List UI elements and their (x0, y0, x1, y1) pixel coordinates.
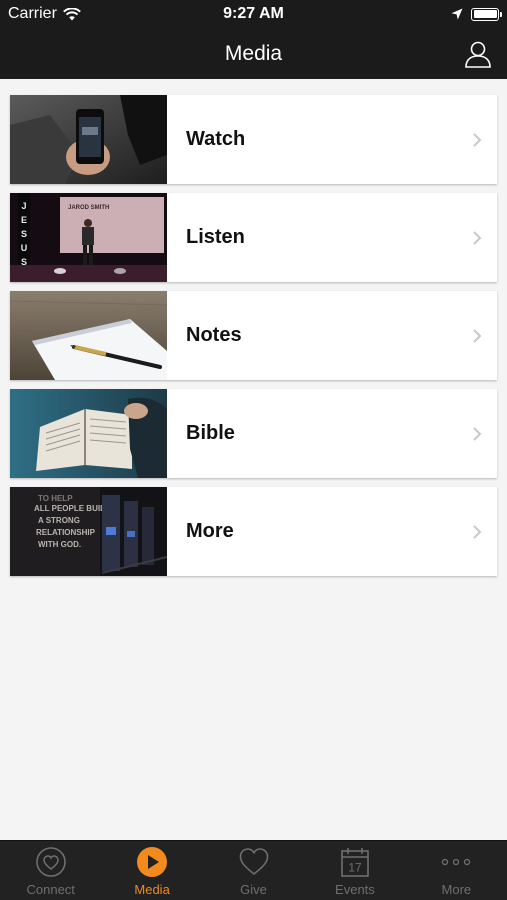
tab-media[interactable]: Media (101, 841, 202, 900)
svg-text:A STRONG: A STRONG (38, 516, 80, 525)
tab-label: Events (335, 882, 375, 897)
tab-more[interactable]: More (406, 841, 507, 900)
list-item-notes[interactable]: Notes (10, 291, 497, 380)
media-list: Watch J E S U S JAROD SMITH Listen Notes… (10, 95, 497, 585)
tab-label: More (441, 882, 472, 897)
list-item-bible[interactable]: Bible (10, 389, 497, 478)
list-item-watch[interactable]: Watch (10, 95, 497, 184)
tab-connect[interactable]: Connect (0, 841, 101, 900)
list-item-more[interactable]: TO HELP ALL PEOPLE BUILD A STRONG RELATI… (10, 487, 497, 576)
play-icon (137, 847, 168, 877)
list-item-label: Notes (186, 324, 242, 346)
chevron-right-icon (473, 230, 482, 245)
list-item-label: Bible (186, 422, 235, 444)
watch-thumbnail (10, 95, 167, 184)
svg-text:U: U (21, 243, 28, 253)
svg-text:ALL PEOPLE BUILD: ALL PEOPLE BUILD (34, 504, 111, 513)
notes-thumbnail (10, 291, 167, 380)
svg-text:J: J (21, 201, 26, 211)
status-bar: Carrier 9:27 AM (0, 0, 507, 28)
tab-label: Give (240, 882, 267, 897)
listen-thumb-title: JAROD SMITH (68, 205, 109, 211)
bible-thumbnail (10, 389, 167, 478)
chevron-right-icon (473, 426, 482, 441)
svg-text:RELATIONSHIP: RELATIONSHIP (36, 528, 96, 537)
ellipsis-icon (442, 858, 471, 866)
chevron-right-icon (473, 328, 482, 343)
chevron-right-icon (473, 524, 482, 539)
nav-bar: Media (0, 28, 507, 79)
svg-text:WITH GOD.: WITH GOD. (38, 540, 81, 549)
svg-text:TO HELP: TO HELP (38, 494, 73, 503)
carrier-label: Carrier (8, 5, 57, 22)
svg-text:S: S (21, 229, 27, 239)
more-thumbnail: TO HELP ALL PEOPLE BUILD A STRONG RELATI… (10, 487, 167, 576)
calendar-day: 17 (348, 861, 362, 875)
tab-label: Media (134, 882, 170, 897)
list-item-listen[interactable]: J E S U S JAROD SMITH Listen (10, 193, 497, 282)
tab-give[interactable]: Give (203, 841, 304, 900)
battery-icon (471, 7, 502, 21)
list-item-label: Listen (186, 226, 245, 248)
svg-text:E: E (21, 215, 27, 225)
heart-icon (239, 848, 268, 876)
listen-thumbnail: J E S U S JAROD SMITH (10, 193, 167, 282)
heart-circle-icon (35, 847, 66, 877)
calendar-icon: 17 (341, 848, 369, 877)
tab-bar: Connect Media Give 17 Events More (0, 840, 507, 900)
list-item-label: More (186, 520, 234, 542)
profile-icon[interactable] (463, 39, 493, 69)
page-title: Media (224, 41, 283, 65)
list-item-label: Watch (186, 128, 246, 150)
wifi-icon (62, 7, 81, 20)
location-arrow-icon (451, 8, 463, 20)
chevron-right-icon (473, 132, 482, 147)
tab-events[interactable]: 17 Events (304, 841, 405, 900)
tab-label: Connect (26, 882, 75, 897)
